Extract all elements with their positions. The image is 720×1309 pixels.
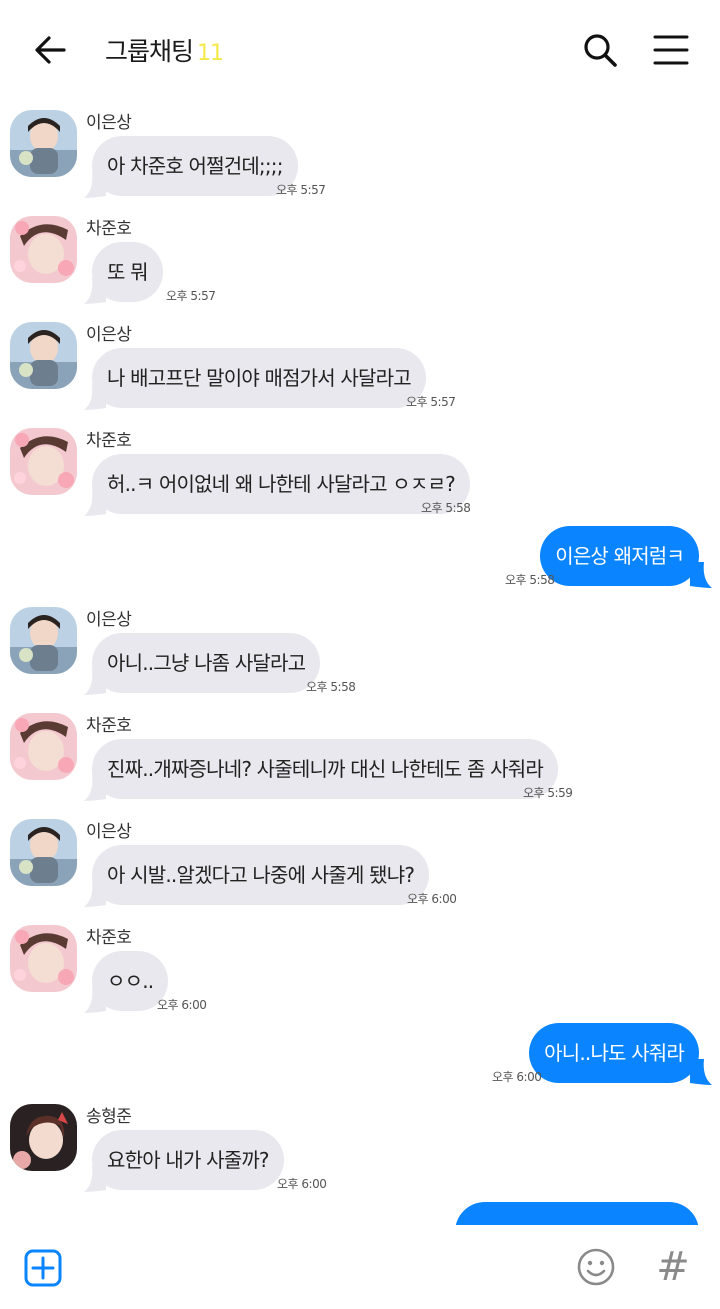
plus-square-icon[interactable] — [24, 1249, 62, 1287]
member-count: 11 — [197, 41, 224, 66]
avatar[interactable] — [10, 607, 77, 674]
message-list[interactable]: 이은상 아 차준호 어쩔건데;;;; 오후 5:57 차준호 또 뭐 오후 5:… — [0, 98, 720, 1225]
message-bubble[interactable]: 요한아 내가 사줄까? — [92, 1130, 284, 1190]
avatar[interactable] — [10, 925, 77, 992]
avatar[interactable] — [10, 216, 77, 283]
message-time: 오후 6:00 — [277, 1177, 327, 1191]
hamburger-menu-icon[interactable] — [651, 32, 691, 68]
sender-name: 차준호 — [86, 219, 132, 239]
sender-name: 차준호 — [86, 431, 132, 451]
arrow-left-icon[interactable] — [30, 30, 70, 70]
message-time: 오후 5:57 — [406, 395, 456, 409]
message-time: 오후 5:58 — [421, 501, 471, 515]
message-time: 오후 6:00 — [157, 998, 207, 1012]
sender-name: 이은상 — [86, 822, 132, 842]
message-time: 오후 5:57 — [276, 183, 326, 197]
message-time: 오후 6:00 — [492, 1070, 542, 1084]
chat-title: 그룹채팅 11 — [105, 32, 224, 68]
hashtag-button[interactable]: # — [654, 1245, 692, 1289]
message-bubble[interactable]: 나 배고프단 말이야 매점가서 사달라고 — [92, 348, 426, 408]
message-bubble[interactable]: 또 뭐 — [92, 242, 163, 302]
search-icon[interactable] — [580, 30, 620, 70]
message-bubble[interactable] — [455, 1202, 699, 1225]
sender-name: 차준호 — [86, 928, 132, 948]
message-bubble[interactable]: 아 차준호 어쩔건데;;;; — [92, 136, 298, 196]
message-time: 오후 6:00 — [407, 892, 457, 906]
chat-title-text: 그룹채팅 — [105, 37, 194, 66]
sender-name: 이은상 — [86, 325, 132, 345]
message-time: 오후 5:59 — [523, 786, 573, 800]
message-bubble[interactable]: 허..ㅋ 어이없네 왜 나한테 사달라고 ㅇㅈㄹ? — [92, 454, 470, 514]
message-bubble[interactable]: 이은상 왜저럼ㅋ — [540, 526, 699, 586]
message-bubble[interactable]: 아 시발..알겠다고 나중에 사줄게 됐냐? — [92, 845, 430, 905]
chat-input-bar: # — [0, 1225, 720, 1309]
avatar[interactable] — [10, 322, 77, 389]
smiley-icon[interactable] — [576, 1247, 616, 1287]
avatar[interactable] — [10, 713, 77, 780]
sender-name: 이은상 — [86, 610, 132, 630]
sender-name: 이은상 — [86, 113, 132, 133]
avatar[interactable] — [10, 110, 77, 177]
message-bubble[interactable]: 아니..나도 사줘라 — [529, 1023, 699, 1083]
sender-name: 송형준 — [86, 1107, 132, 1127]
message-time: 오후 5:58 — [306, 680, 356, 694]
avatar[interactable] — [10, 819, 77, 886]
message-bubble[interactable]: 진짜..개짜증나네? 사줄테니까 대신 나한테도 좀 사줘라 — [92, 739, 558, 799]
sender-name: 차준호 — [86, 716, 132, 736]
chat-header: 그룹채팅 11 — [0, 0, 720, 98]
message-bubble[interactable]: 아니..그냥 나좀 사달라고 — [92, 633, 321, 693]
avatar[interactable] — [10, 1104, 77, 1171]
avatar[interactable] — [10, 428, 77, 495]
message-time: 오후 5:57 — [166, 289, 216, 303]
message-time: 오후 5:58 — [505, 573, 555, 587]
